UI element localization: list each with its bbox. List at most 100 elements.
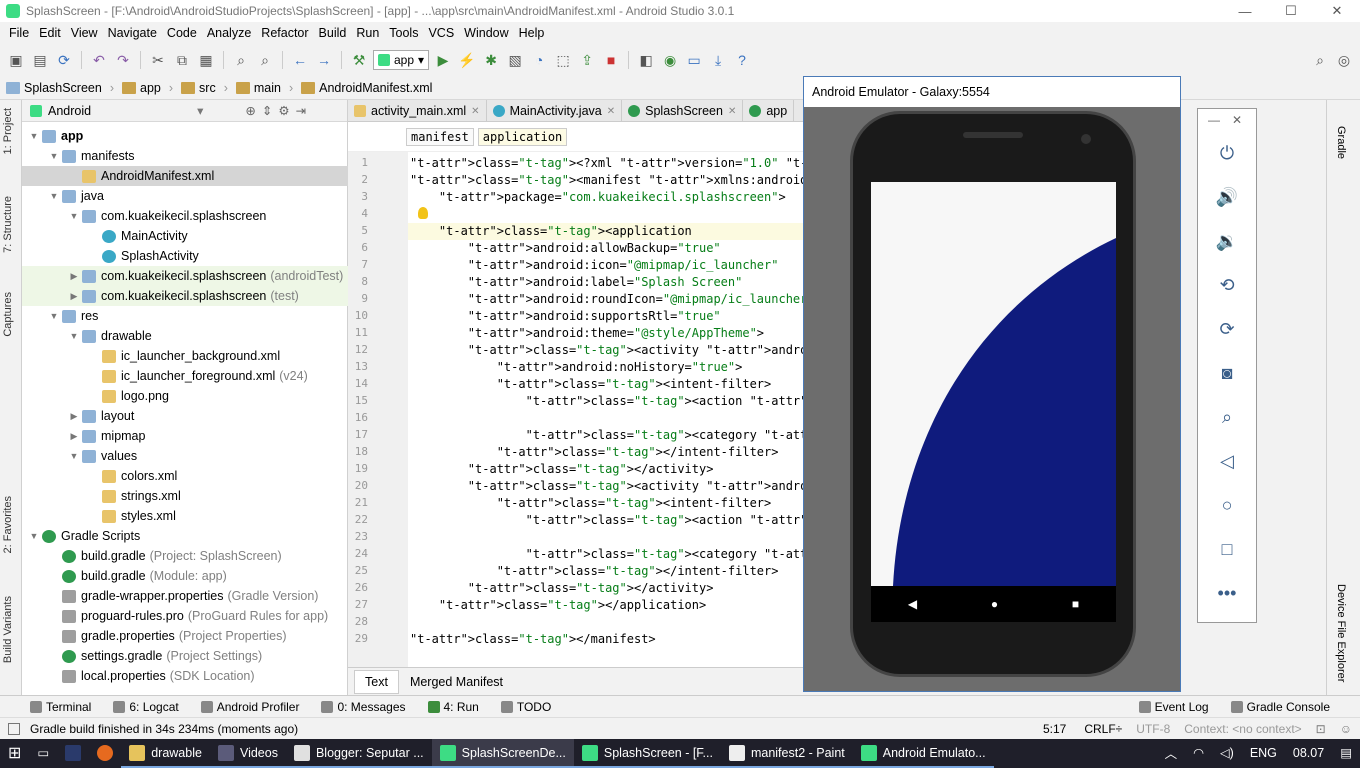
menu-help[interactable]: Help <box>514 26 550 40</box>
taskbar-item[interactable]: SplashScreenDe... <box>431 739 574 768</box>
maximize-button[interactable]: ☐ <box>1268 3 1314 19</box>
run-config-select[interactable]: app ▾ <box>373 50 430 70</box>
tab-structure[interactable]: 7: Structure <box>2 196 14 253</box>
power-icon[interactable]: ⏻ <box>1198 143 1256 164</box>
tool-window-0[interactable]: Terminal <box>30 700 91 714</box>
code-line[interactable]: "t-attr">android:theme="@style/AppTheme"… <box>410 326 764 340</box>
gradle-console[interactable]: Gradle Console <box>1230 700 1330 714</box>
tool-window-2[interactable]: Android Profiler <box>200 700 299 714</box>
tool-window-5[interactable]: TODO <box>500 700 551 714</box>
editor-tab[interactable]: MainActivity.java ✕ <box>487 100 623 122</box>
breadcrumb-item[interactable]: src › <box>181 81 236 95</box>
back-nav-icon[interactable]: ← <box>290 50 310 70</box>
code-line[interactable]: "t-attr">android:allowBackup="true" <box>410 241 721 255</box>
nav-back-icon[interactable]: ◀ <box>908 597 917 611</box>
attach-debugger-icon[interactable]: ⬚ <box>553 50 573 70</box>
close-icon[interactable]: ✕ <box>728 106 736 117</box>
sdk-manager-icon[interactable]: ⤓ <box>708 50 728 70</box>
breadcrumb-item[interactable]: main › <box>235 81 301 95</box>
editor-tab[interactable]: app <box>743 100 795 122</box>
inspector-icon[interactable]: ☺ <box>1340 722 1352 736</box>
menu-refactor[interactable]: Refactor <box>256 26 313 40</box>
toggle-tool-buttons-icon[interactable] <box>8 722 20 735</box>
code-line[interactable]: "t-attr">class="t-tag"></activity> <box>410 462 714 476</box>
code-line[interactable]: "t-attr">class="t-tag"></intent-filter> <box>410 445 779 459</box>
taskbar-item[interactable]: SplashScreen - [F... <box>573 739 721 768</box>
tree-item[interactable]: ic_launcher_background.xml <box>22 346 348 366</box>
code-line[interactable]: "t-attr">class="t-tag"><application <box>410 224 692 238</box>
code-line[interactable]: "t-attr">class="t-tag"><intent-filter> <box>410 377 772 391</box>
taskbar-item[interactable]: manifest2 - Paint <box>720 739 853 768</box>
tab-merged-manifest[interactable]: Merged Manifest <box>399 670 514 694</box>
close-icon[interactable]: ✕ <box>471 106 479 117</box>
tree-item[interactable]: SplashActivity <box>22 246 348 266</box>
tool-window-1[interactable]: 6: Logcat <box>113 700 179 714</box>
volume-up-icon[interactable]: 🔊 <box>1198 187 1256 208</box>
help-icon[interactable]: ? <box>732 50 752 70</box>
emu-close-button[interactable]: ✕ <box>1232 113 1242 127</box>
taskbar-item[interactable]: Videos <box>209 739 286 768</box>
breadcrumb-item[interactable]: SplashScreen › <box>6 81 122 95</box>
tree-item[interactable]: settings.gradle (Project Settings) <box>22 646 348 666</box>
notification-icon[interactable]: ▤ <box>1332 739 1360 768</box>
search-everywhere-icon[interactable]: ⌕ <box>1310 50 1330 70</box>
firefox-icon[interactable] <box>89 739 121 768</box>
emu-minimize-button[interactable]: — <box>1208 113 1220 127</box>
tab-gradle[interactable]: Gradle <box>1335 126 1347 159</box>
chevron-down-icon[interactable]: ▼ <box>48 311 60 321</box>
tree-item[interactable]: ▼ Gradle Scripts <box>22 526 348 546</box>
code-line[interactable]: "t-attr">class="t-tag"></manifest> <box>410 632 656 646</box>
tree-item[interactable]: build.gradle (Project: SplashScreen) <box>22 546 348 566</box>
hide-icon[interactable]: ⇥ <box>296 103 306 118</box>
cut-icon[interactable]: ✂ <box>148 50 168 70</box>
chevron-down-icon[interactable]: ▼ <box>28 131 40 141</box>
tree-item[interactable]: colors.xml <box>22 466 348 486</box>
tab-favorites[interactable]: 2: Favorites <box>2 496 14 553</box>
intention-bulb-icon[interactable] <box>418 207 428 219</box>
menu-analyze[interactable]: Analyze <box>202 26 256 40</box>
tab-project[interactable]: 1: Project <box>2 108 14 154</box>
back-icon[interactable]: ◁ <box>1198 451 1256 472</box>
photoshop-icon[interactable] <box>57 739 89 768</box>
breadcrumb-item[interactable]: app › <box>122 81 181 95</box>
chevron-right-icon[interactable]: ▶ <box>68 291 80 302</box>
tree-item[interactable]: ▼ com.kuakeikecil.splashscreen <box>22 206 348 226</box>
gradle-sync-icon[interactable]: ◉ <box>660 50 680 70</box>
overview-icon[interactable]: □ <box>1198 539 1256 560</box>
run-tests-icon[interactable]: ⇪ <box>577 50 597 70</box>
chevron-down-icon[interactable]: ▼ <box>48 151 60 161</box>
tree-item[interactable]: ▼ manifests <box>22 146 348 166</box>
apply-changes-icon[interactable]: ⚡ <box>457 50 477 70</box>
close-icon[interactable]: ✕ <box>607 106 615 117</box>
find-icon[interactable]: ⌕ <box>231 50 251 70</box>
minimize-button[interactable]: — <box>1222 4 1268 19</box>
redo-icon[interactable]: ↷ <box>113 50 133 70</box>
code-line[interactable]: "t-attr">android:roundIcon="@mipmap/ic_l… <box>410 292 858 306</box>
tree-item[interactable]: ▼ values <box>22 446 348 466</box>
tab-device-file-explorer[interactable]: Device File Explorer <box>1335 584 1347 682</box>
breadcrumb-manifest[interactable]: manifest <box>406 127 474 146</box>
home-icon[interactable]: ○ <box>1198 495 1256 516</box>
tree-item[interactable]: logo.png <box>22 386 348 406</box>
tree-item[interactable]: ▶ mipmap <box>22 426 348 446</box>
tree-item[interactable]: ▼ java <box>22 186 348 206</box>
chevron-down-icon[interactable]: ▼ <box>68 211 80 221</box>
clock[interactable]: 08.07 <box>1285 739 1332 768</box>
tree-item[interactable]: gradle-wrapper.properties (Gradle Version… <box>22 586 348 606</box>
chevron-down-icon[interactable]: ▾ <box>197 103 203 118</box>
lock-icon[interactable]: ⊡ <box>1316 722 1326 736</box>
code-editor[interactable]: manifest application 1 2 3 4 5 6 7 8 9 10 11 12 13 14… <box>348 122 1046 667</box>
gear-icon[interactable]: ⚙ <box>278 103 289 118</box>
tree-item[interactable]: ▶ com.kuakeikecil.splashscreen (androidTes… <box>22 266 348 286</box>
copy-icon[interactable]: ⧉ <box>172 50 192 70</box>
sync-icon[interactable]: ⟳ <box>54 50 74 70</box>
code-line[interactable]: "t-attr">android:icon="@mipmap/ic_launch… <box>410 258 779 272</box>
chevron-down-icon[interactable]: ▼ <box>68 451 80 461</box>
chevron-down-icon[interactable]: ▼ <box>28 531 40 541</box>
run-icon[interactable]: ▶ <box>433 50 453 70</box>
make-project-icon[interactable]: ⚒ <box>349 50 369 70</box>
tree-item[interactable]: local.properties (SDK Location) <box>22 666 348 686</box>
close-button[interactable]: ✕ <box>1314 3 1360 19</box>
menu-edit[interactable]: Edit <box>34 26 66 40</box>
tab-captures[interactable]: Captures <box>2 292 14 337</box>
